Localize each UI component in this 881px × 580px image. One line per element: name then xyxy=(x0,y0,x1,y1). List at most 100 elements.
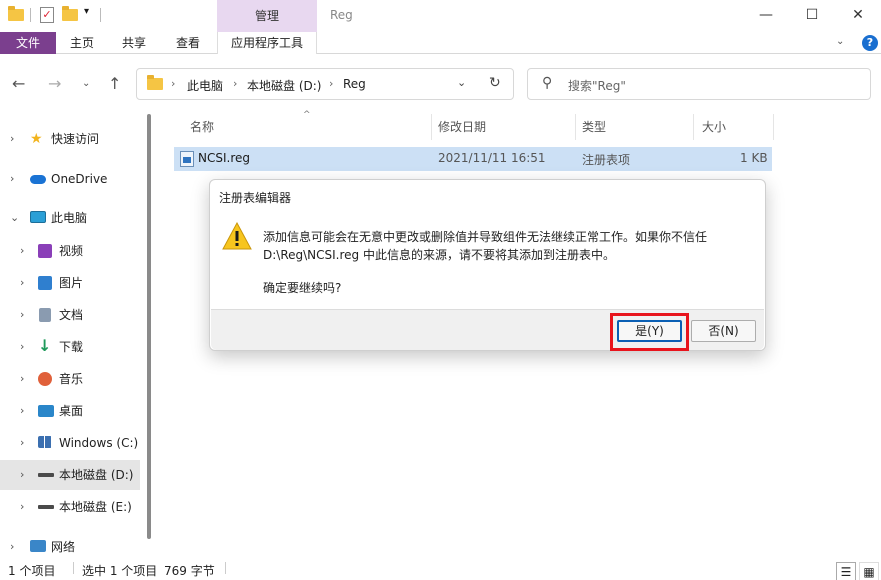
search-icon: ⚲ xyxy=(542,75,553,91)
sidebar-item-label: 桌面 xyxy=(59,404,84,418)
title-bar: ✓ ▾ 管理 Reg — ☐ ✕ xyxy=(0,0,881,32)
expand-chevron-icon[interactable]: › xyxy=(20,428,24,458)
sidebar-item-drive-d[interactable]: › 本地磁盘 (D:) xyxy=(0,460,140,490)
sidebar-item-drive-e[interactable]: › 本地磁盘 (E:) xyxy=(0,492,140,522)
collapse-chevron-icon[interactable]: ⌄ xyxy=(10,203,19,233)
expand-chevron-icon[interactable]: › xyxy=(20,236,24,266)
properties-icon[interactable]: ✓ xyxy=(40,7,56,23)
window-title: Reg xyxy=(330,8,353,22)
file-type: 注册表项 xyxy=(582,153,631,167)
breadcrumb-separator[interactable]: › xyxy=(233,77,237,90)
forward-button[interactable]: → xyxy=(48,74,61,93)
column-header-type[interactable]: 类型 xyxy=(576,114,694,140)
tiles-view-button[interactable]: ▦ xyxy=(859,562,879,580)
divider xyxy=(30,8,31,22)
folder-icon[interactable] xyxy=(8,6,24,23)
item-count: 1 个项目 xyxy=(8,564,56,578)
sidebar-item-this-pc[interactable]: ⌄ 此电脑 xyxy=(0,203,140,233)
tab-manage[interactable]: 管理 xyxy=(217,0,317,32)
column-header-name[interactable]: 名称 xyxy=(182,114,432,140)
breadcrumb-separator[interactable]: › xyxy=(329,77,333,90)
file-row[interactable]: NCSI.reg 2021/11/11 16:51 注册表项 1 KB xyxy=(174,147,772,171)
sidebar-item-label: 本地磁盘 (E:) xyxy=(59,500,132,514)
drive-icon xyxy=(38,436,52,448)
details-view-button[interactable]: ☰ xyxy=(836,562,856,580)
close-button[interactable]: ✕ xyxy=(835,0,881,30)
sidebar-item-videos[interactable]: › 视频 xyxy=(0,236,140,266)
sidebar-item-label: 视频 xyxy=(59,244,84,258)
minimize-button[interactable]: — xyxy=(743,0,789,30)
divider xyxy=(225,562,226,574)
expand-chevron-icon[interactable]: › xyxy=(10,164,14,194)
sidebar-item-label: 音乐 xyxy=(59,372,84,386)
expand-chevron-icon[interactable]: › xyxy=(20,396,24,426)
maximize-button[interactable]: ☐ xyxy=(789,0,835,30)
tab-home[interactable]: 主页 xyxy=(58,32,106,54)
sidebar-item-label: 图片 xyxy=(59,276,84,290)
column-header-date[interactable]: 修改日期 xyxy=(432,114,576,140)
sidebar-item-desktop[interactable]: › 桌面 xyxy=(0,396,140,426)
breadcrumb-drive-d[interactable]: 本地磁盘 (D:) xyxy=(247,77,321,94)
expand-chevron-icon[interactable]: › xyxy=(20,460,24,490)
expand-chevron-icon[interactable]: › xyxy=(20,492,24,522)
desktop-icon xyxy=(38,405,54,417)
file-size: 1 KB xyxy=(740,151,768,165)
sidebar-item-label: 下载 xyxy=(59,340,84,354)
back-button[interactable]: ← xyxy=(12,74,25,93)
search-input[interactable]: ⚲ 搜索"Reg" xyxy=(527,68,871,100)
chevron-down-icon[interactable]: ⌄ xyxy=(457,76,466,89)
breadcrumb-this-pc[interactable]: 此电脑 xyxy=(187,77,223,94)
cloud-icon xyxy=(30,175,46,184)
computer-icon xyxy=(30,211,46,223)
dialog-button-bar: 是(Y) 否(N) xyxy=(211,309,764,351)
breadcrumb-separator[interactable]: › xyxy=(171,77,175,90)
sidebar-item-documents[interactable]: › 文档 xyxy=(0,300,140,330)
sidebar-scrollbar[interactable] xyxy=(147,114,151,539)
folder-icon xyxy=(147,75,163,90)
dialog-question: 确定要继续吗? xyxy=(263,281,342,295)
sidebar-item-label: 网络 xyxy=(51,540,76,554)
new-folder-icon[interactable] xyxy=(62,6,78,23)
tab-share[interactable]: 共享 xyxy=(110,32,158,54)
sidebar-item-label: Windows (C:) xyxy=(59,436,139,450)
divider xyxy=(100,8,101,22)
sidebar-item-pictures[interactable]: › 图片 xyxy=(0,268,140,298)
expand-chevron-icon[interactable]: › xyxy=(20,364,24,394)
drive-icon xyxy=(38,473,54,477)
tab-app-tools[interactable]: 应用程序工具 xyxy=(217,32,317,54)
expand-chevron-icon[interactable]: › xyxy=(20,300,24,330)
star-icon: ★ xyxy=(30,131,43,147)
yes-button[interactable]: 是(Y) xyxy=(617,320,682,342)
up-button[interactable]: ↑ xyxy=(108,74,121,93)
expand-chevron-icon[interactable]: › xyxy=(20,332,24,362)
address-bar[interactable]: › 此电脑 › 本地磁盘 (D:) › Reg ⌄ ↻ xyxy=(136,68,514,100)
file-name: NCSI.reg xyxy=(198,151,250,165)
sidebar-item-onedrive[interactable]: › OneDrive xyxy=(0,164,140,194)
tab-view[interactable]: 查看 xyxy=(164,32,212,54)
quick-access-dropdown-icon[interactable]: ▾ xyxy=(84,6,100,22)
refresh-icon[interactable]: ↻ xyxy=(489,75,501,91)
sidebar-item-downloads[interactable]: › ↓ 下载 xyxy=(0,332,140,362)
expand-chevron-icon[interactable]: › xyxy=(10,532,14,562)
expand-chevron-icon[interactable]: › xyxy=(10,124,14,154)
ribbon-expand-icon[interactable]: ⌄ xyxy=(836,36,844,47)
sidebar-item-network[interactable]: › 网络 xyxy=(0,532,140,562)
column-header-size[interactable]: 大小 xyxy=(694,114,774,140)
sidebar-item-quick-access[interactable]: › ★ 快速访问 xyxy=(0,124,140,154)
sidebar-item-drive-c[interactable]: › Windows (C:) xyxy=(0,428,140,458)
status-bar: 1 个项目 选中 1 个项目 769 字节 ☰ ▦ xyxy=(0,560,881,580)
sidebar-item-label: OneDrive xyxy=(51,172,108,186)
recent-locations-button[interactable]: ⌄ xyxy=(82,78,90,89)
no-button[interactable]: 否(N) xyxy=(691,320,756,342)
download-icon: ↓ xyxy=(38,336,52,355)
network-icon xyxy=(30,540,46,552)
registry-file-icon xyxy=(180,151,194,167)
drive-icon xyxy=(38,505,54,509)
sidebar-item-label: 此电脑 xyxy=(51,211,88,225)
expand-chevron-icon[interactable]: › xyxy=(20,268,24,298)
tab-file[interactable]: 文件 xyxy=(0,32,56,54)
help-icon[interactable]: ? xyxy=(862,35,878,51)
selection-size: 769 字节 xyxy=(164,564,215,578)
breadcrumb-reg[interactable]: Reg xyxy=(343,77,366,91)
sidebar-item-music[interactable]: › 音乐 xyxy=(0,364,140,394)
